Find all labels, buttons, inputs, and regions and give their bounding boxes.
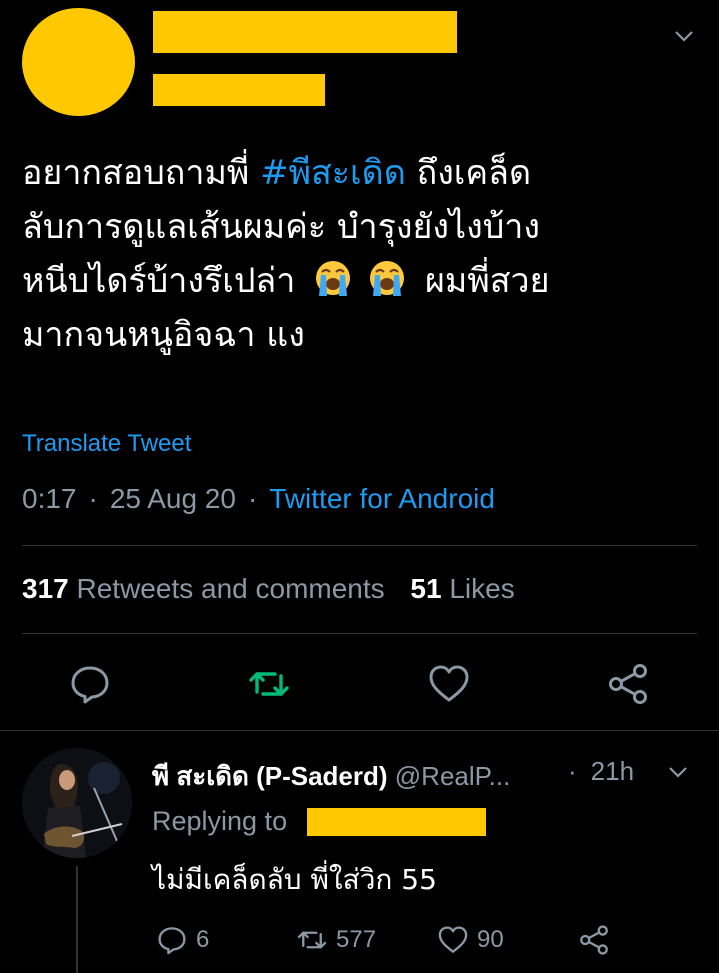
reply-icon[interactable] <box>68 662 112 706</box>
replying-to-handle-redacted[interactable] <box>307 808 486 836</box>
loudly-crying-face-icon <box>370 261 405 296</box>
reply-time[interactable]: · 21h <box>568 756 634 787</box>
author-name-redacted <box>153 11 457 53</box>
hashtag-link[interactable]: #พีสะเดิด <box>260 153 406 193</box>
reply-text: ไม่มีเคล็ดลับ พี่ใส่วิก 55 <box>152 863 437 896</box>
likes-stat[interactable]: 51 Likes <box>410 573 514 604</box>
share-icon <box>580 925 608 955</box>
author-handle-redacted <box>153 74 325 106</box>
reply-count: 6 <box>196 926 210 953</box>
reply-header: พี สะเดิด (P-Saderd) @RealP... <box>152 756 510 797</box>
retweet-icon <box>297 931 327 949</box>
thread-line <box>76 866 78 973</box>
retweets-stat[interactable]: 317 Retweets and comments <box>22 573 385 604</box>
translate-tweet-link[interactable]: Translate Tweet <box>22 430 191 458</box>
loudly-crying-face-icon <box>316 261 351 296</box>
like-heart-icon[interactable] <box>427 662 471 706</box>
chevron-down-icon[interactable] <box>672 26 696 46</box>
replying-to-label: Replying to <box>152 806 288 836</box>
divider <box>22 545 697 546</box>
like-count: 90 <box>477 926 504 953</box>
reply-icon <box>158 927 186 955</box>
tweet-meta: 0:17 · 25 Aug 20 · Twitter for Android <box>22 483 495 515</box>
section-divider <box>0 730 719 731</box>
separator-dot: · <box>247 483 258 514</box>
tweet-text: อยากสอบถามพี่ #พีสะเดิด ถึงเคล็ด ลับการด… <box>22 153 550 355</box>
engagement-stats: 317 Retweets and comments 51 Likes <box>22 573 515 605</box>
reply-reply-action[interactable]: 6 <box>156 922 209 958</box>
reply-like-action[interactable]: 90 <box>437 922 504 958</box>
share-icon[interactable] <box>606 662 650 706</box>
reply-retweet-action[interactable]: 577 <box>296 922 376 958</box>
divider <box>22 633 697 634</box>
reply-share-action[interactable] <box>578 922 610 958</box>
retweet-count: 577 <box>336 926 377 953</box>
author-avatar-redacted[interactable] <box>22 8 135 116</box>
separator-dot: · <box>88 483 98 514</box>
reply-author-avatar[interactable] <box>22 748 132 858</box>
separator-dot: · <box>568 756 577 786</box>
like-heart-icon <box>438 926 468 953</box>
retweet-icon[interactable] <box>247 662 291 706</box>
reply-author-name[interactable]: พี สะเดิด (P-Saderd) <box>152 761 388 791</box>
chevron-down-icon[interactable] <box>666 762 690 782</box>
tweet-time[interactable]: 0:17 <box>22 483 77 514</box>
guitarist-photo <box>22 748 132 858</box>
reply-author-handle[interactable]: @RealP... <box>395 761 511 791</box>
tweet-date[interactable]: 25 Aug 20 <box>110 483 236 514</box>
tweet-source-link[interactable]: Twitter for Android <box>269 483 495 514</box>
